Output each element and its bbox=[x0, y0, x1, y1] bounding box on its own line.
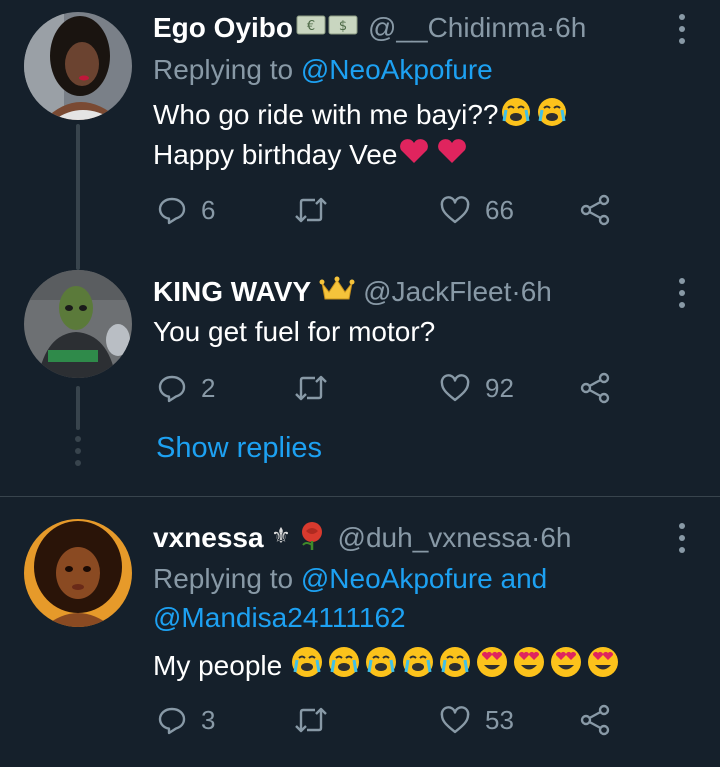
share-icon bbox=[580, 194, 610, 226]
like-icon bbox=[440, 374, 470, 402]
replying-to-line-2: @Mandisa24111162 bbox=[153, 598, 406, 638]
reply-count: 2 bbox=[201, 372, 216, 403]
tweet-text-line-1: You get fuel for motor? bbox=[153, 312, 435, 352]
reply-icon bbox=[158, 375, 186, 403]
tweet-text-line-1: My people bbox=[153, 645, 620, 690]
reply-button[interactable]: 3 bbox=[157, 700, 215, 740]
retweet-icon bbox=[295, 197, 327, 223]
replying-to-link-2[interactable]: @Mandisa24111162 bbox=[153, 602, 406, 633]
svg-text:€: € bbox=[307, 19, 315, 34]
like-button[interactable]: 66 bbox=[439, 190, 514, 230]
tweet-header: Ego Oyibo € $ @__Chidinma · 6h bbox=[153, 8, 586, 48]
reply-icon bbox=[158, 197, 186, 225]
retweet-button[interactable] bbox=[293, 190, 343, 230]
like-count: 92 bbox=[485, 372, 514, 403]
thread-line bbox=[76, 260, 80, 270]
time-separator: · bbox=[545, 12, 556, 43]
timestamp[interactable]: 6h bbox=[555, 12, 586, 44]
thread-line bbox=[76, 124, 80, 264]
tweet-text: Happy birthday Vee bbox=[153, 139, 398, 170]
tweet-text-line-2: Happy birthday Vee bbox=[153, 135, 473, 177]
replying-to-link[interactable]: @NeoAkpofure bbox=[301, 563, 493, 594]
display-name[interactable]: Ego Oyibo bbox=[153, 12, 293, 44]
svg-text:$: $ bbox=[339, 19, 347, 34]
more-vertical-icon[interactable] bbox=[678, 278, 686, 308]
retweet-button[interactable] bbox=[293, 700, 343, 740]
more-vertical-icon[interactable] bbox=[678, 523, 686, 553]
more-vertical-icon[interactable] bbox=[678, 14, 686, 44]
replying-to-prefix: Replying to bbox=[153, 54, 301, 85]
tweet-header: vxnessa ⚜ @duh_vxnessa · 6h bbox=[153, 518, 571, 558]
svg-text:⚜: ⚜ bbox=[271, 524, 291, 549]
tweet-actions: 3 53 bbox=[153, 700, 623, 740]
reply-button[interactable]: 6 bbox=[157, 190, 215, 230]
retweet-icon bbox=[295, 375, 327, 401]
share-icon bbox=[580, 372, 610, 404]
tweet-3[interactable]: vxnessa ⚜ @duh_vxnessa · 6h Replying to … bbox=[0, 497, 720, 767]
retweet-button[interactable] bbox=[293, 368, 343, 408]
tweet-1[interactable]: Ego Oyibo € $ @__Chidinma · 6h Replying … bbox=[0, 0, 720, 264]
like-count: 53 bbox=[485, 704, 514, 735]
replying-to-and: and bbox=[492, 563, 548, 594]
timestamp[interactable]: 6h bbox=[540, 522, 571, 554]
tweet-actions: 6 66 bbox=[153, 190, 623, 230]
crown-emoji bbox=[319, 275, 355, 310]
share-button[interactable] bbox=[579, 190, 611, 230]
avatar[interactable] bbox=[24, 12, 132, 120]
more-replies-dots bbox=[74, 436, 82, 472]
crying-face-emoji bbox=[291, 647, 470, 677]
time-separator: · bbox=[530, 522, 541, 553]
replying-to-prefix: Replying to bbox=[153, 563, 301, 594]
heart-emoji bbox=[397, 136, 473, 177]
display-name[interactable]: KING WAVY bbox=[153, 276, 311, 308]
thread-line bbox=[76, 386, 80, 430]
reply-count: 6 bbox=[201, 194, 216, 225]
tweet-header: KING WAVY @JackFleet · 6h bbox=[153, 272, 552, 312]
show-replies-link[interactable]: Show replies bbox=[156, 432, 322, 465]
fleur-de-lis-rose-emoji: ⚜ bbox=[270, 519, 330, 558]
avatar[interactable] bbox=[24, 270, 132, 378]
heart-eyes-emoji bbox=[476, 647, 618, 677]
retweet-icon bbox=[295, 707, 327, 733]
time-separator: · bbox=[511, 276, 521, 307]
tweet-text: You get fuel for motor? bbox=[153, 316, 436, 347]
like-icon bbox=[440, 706, 470, 734]
tweet-text: Who go ride with me bayi?? bbox=[153, 99, 499, 130]
replying-to: Replying to @NeoAkpofure and bbox=[153, 559, 547, 599]
handle[interactable]: @duh_vxnessa bbox=[338, 522, 531, 554]
display-name[interactable]: vxnessa bbox=[153, 522, 264, 554]
like-icon bbox=[440, 196, 470, 224]
handle[interactable]: @__Chidinma bbox=[368, 12, 546, 44]
avatar[interactable] bbox=[24, 519, 132, 627]
like-button[interactable]: 53 bbox=[439, 700, 514, 740]
emoji-row bbox=[290, 645, 620, 690]
share-button[interactable] bbox=[579, 700, 611, 740]
reply-button[interactable]: 2 bbox=[157, 368, 215, 408]
tweet-2[interactable]: KING WAVY @JackFleet · 6h You get fuel f… bbox=[0, 260, 720, 496]
like-button[interactable]: 92 bbox=[439, 368, 514, 408]
like-count: 66 bbox=[485, 194, 514, 225]
replying-to-link[interactable]: @NeoAkpofure bbox=[301, 54, 493, 85]
handle[interactable]: @JackFleet bbox=[363, 276, 511, 308]
reply-count: 3 bbox=[201, 704, 216, 735]
share-button[interactable] bbox=[579, 368, 611, 408]
timestamp[interactable]: 6h bbox=[521, 276, 552, 308]
share-icon bbox=[580, 704, 610, 736]
tweet-actions: 2 92 bbox=[153, 368, 623, 408]
money-banknote-emoji: € $ bbox=[296, 12, 360, 44]
tweet-text-line-1: Who go ride with me bayi?? bbox=[153, 95, 571, 138]
reply-icon bbox=[158, 707, 186, 735]
tweet-text: My people bbox=[153, 649, 290, 681]
crying-face-emoji bbox=[499, 95, 571, 138]
replying-to: Replying to @NeoAkpofure bbox=[153, 50, 493, 90]
